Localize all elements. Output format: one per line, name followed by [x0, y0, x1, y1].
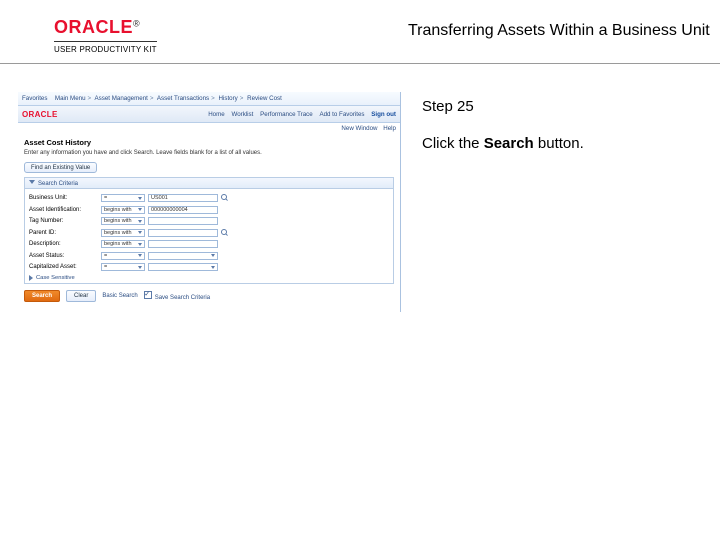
field-row: Business Unit: = US001 [29, 193, 389, 203]
field-row: Tag Number: begins with [29, 216, 389, 226]
new-window-link[interactable]: New Window [341, 125, 377, 132]
parent-id-input[interactable] [148, 229, 218, 237]
field-row: Asset Status: = [29, 251, 389, 261]
asset-status-select[interactable] [148, 252, 218, 260]
app-header: ORACLE Home Worklist Performance Trace A… [18, 106, 400, 123]
cap-asset-select[interactable] [148, 263, 218, 271]
app-body: Asset Cost History Enter any information… [18, 134, 400, 312]
app-header-links: Home Worklist Performance Trace Add to F… [203, 111, 396, 118]
button-row: Search Clear Basic Search Save Search Cr… [24, 290, 394, 302]
operator-select[interactable]: = [101, 252, 145, 260]
field-label: Business Unit: [29, 195, 101, 201]
breadcrumb-item[interactable]: Asset Transactions [157, 95, 209, 102]
breadcrumb: Favorites Main Menu> Asset Management> A… [18, 92, 400, 106]
brand-subtitle: USER PRODUCTIVITY KIT [54, 41, 157, 54]
operator-select[interactable]: begins with [101, 229, 145, 237]
lookup-icon[interactable] [221, 194, 229, 202]
chevron-right-icon [29, 275, 33, 281]
page-header: ORACLE® USER PRODUCTIVITY KIT Transferri… [0, 0, 720, 64]
app-subheader: New Window Help [18, 123, 400, 134]
breadcrumb-item[interactable]: Review Cost [247, 95, 282, 102]
instr-target: Search [484, 135, 534, 152]
find-existing-tab[interactable]: Find an Existing Value [24, 162, 97, 173]
search-form: Business Unit: = US001 Asset Identificat… [24, 189, 394, 284]
description-input[interactable] [148, 240, 218, 248]
search-criteria-header[interactable]: Search Criteria [24, 177, 394, 189]
chevron-down-icon [138, 220, 142, 223]
operator-select[interactable]: = [101, 263, 145, 271]
chevron-down-icon [211, 254, 215, 257]
page-note: Enter any information you have and click… [24, 150, 394, 156]
operator-select[interactable]: = [101, 194, 145, 202]
field-row: Capitalized Asset: = [29, 262, 389, 272]
field-row: Asset Identification: begins with 000000… [29, 205, 389, 215]
chevron-down-icon [138, 254, 142, 257]
field-label: Parent ID: [29, 230, 101, 236]
doc-title: Transferring Assets Within a Business Un… [408, 22, 710, 40]
breadcrumb-item[interactable]: Asset Management [95, 95, 148, 102]
chevron-down-icon [138, 266, 142, 269]
chevron-down-icon [211, 266, 215, 269]
home-link[interactable]: Home [208, 111, 225, 118]
page-title: Asset Cost History [24, 138, 394, 147]
basic-search-link[interactable]: Basic Search [102, 293, 137, 299]
instruction-panel: Step 25 Click the Search button. [410, 64, 720, 540]
brand-block: ORACLE® USER PRODUCTIVITY KIT [54, 18, 157, 54]
step-instruction: Click the Search button. [422, 135, 702, 152]
chevron-down-icon [138, 197, 142, 200]
breadcrumb-item[interactable]: Favorites [22, 95, 47, 102]
step-label: Step 25 [422, 98, 702, 115]
field-row: Description: begins with [29, 239, 389, 249]
operator-select[interactable]: begins with [101, 240, 145, 248]
perf-trace-link[interactable]: Performance Trace [260, 111, 313, 118]
breadcrumb-item[interactable]: Main Menu [55, 95, 86, 102]
worklist-link[interactable]: Worklist [231, 111, 253, 118]
app-window: Favorites Main Menu> Asset Management> A… [18, 92, 401, 312]
search-button[interactable]: Search [24, 290, 60, 302]
field-label: Capitalized Asset: [29, 264, 101, 270]
instr-prefix: Click the [422, 135, 484, 152]
chevron-down-icon [138, 208, 142, 211]
operator-select[interactable]: begins with [101, 206, 145, 214]
field-label: Asset Identification: [29, 207, 101, 213]
case-sensitive-row[interactable]: Case Sensitive [29, 275, 389, 281]
save-criteria-link[interactable]: Save Search Criteria [144, 291, 210, 301]
brand-reg: ® [133, 19, 140, 29]
save-icon [144, 291, 152, 299]
collapse-icon [29, 180, 35, 184]
add-favorites-link[interactable]: Add to Favorites [319, 111, 364, 118]
instr-suffix: button. [534, 135, 584, 152]
field-label: Description: [29, 241, 101, 247]
clear-button[interactable]: Clear [66, 290, 96, 302]
lookup-icon[interactable] [221, 229, 229, 237]
operator-select[interactable]: begins with [101, 217, 145, 225]
tag-number-input[interactable] [148, 217, 218, 225]
field-row: Parent ID: begins with [29, 228, 389, 238]
chevron-down-icon [138, 243, 142, 246]
help-link[interactable]: Help [383, 125, 396, 132]
business-unit-input[interactable]: US001 [148, 194, 218, 202]
breadcrumb-item[interactable]: History [219, 95, 238, 102]
field-label: Tag Number: [29, 218, 101, 224]
asset-id-input[interactable]: 000000000004 [148, 206, 218, 214]
search-criteria-label: Search Criteria [38, 181, 78, 187]
chevron-down-icon [138, 231, 142, 234]
screenshot-panel: Favorites Main Menu> Asset Management> A… [0, 64, 410, 540]
brand-word: ORACLE [54, 17, 133, 37]
signout-link[interactable]: Sign out [371, 111, 396, 118]
case-sensitive-label: Case Sensitive [36, 275, 75, 281]
field-label: Asset Status: [29, 253, 101, 259]
app-brand: ORACLE [22, 110, 58, 119]
